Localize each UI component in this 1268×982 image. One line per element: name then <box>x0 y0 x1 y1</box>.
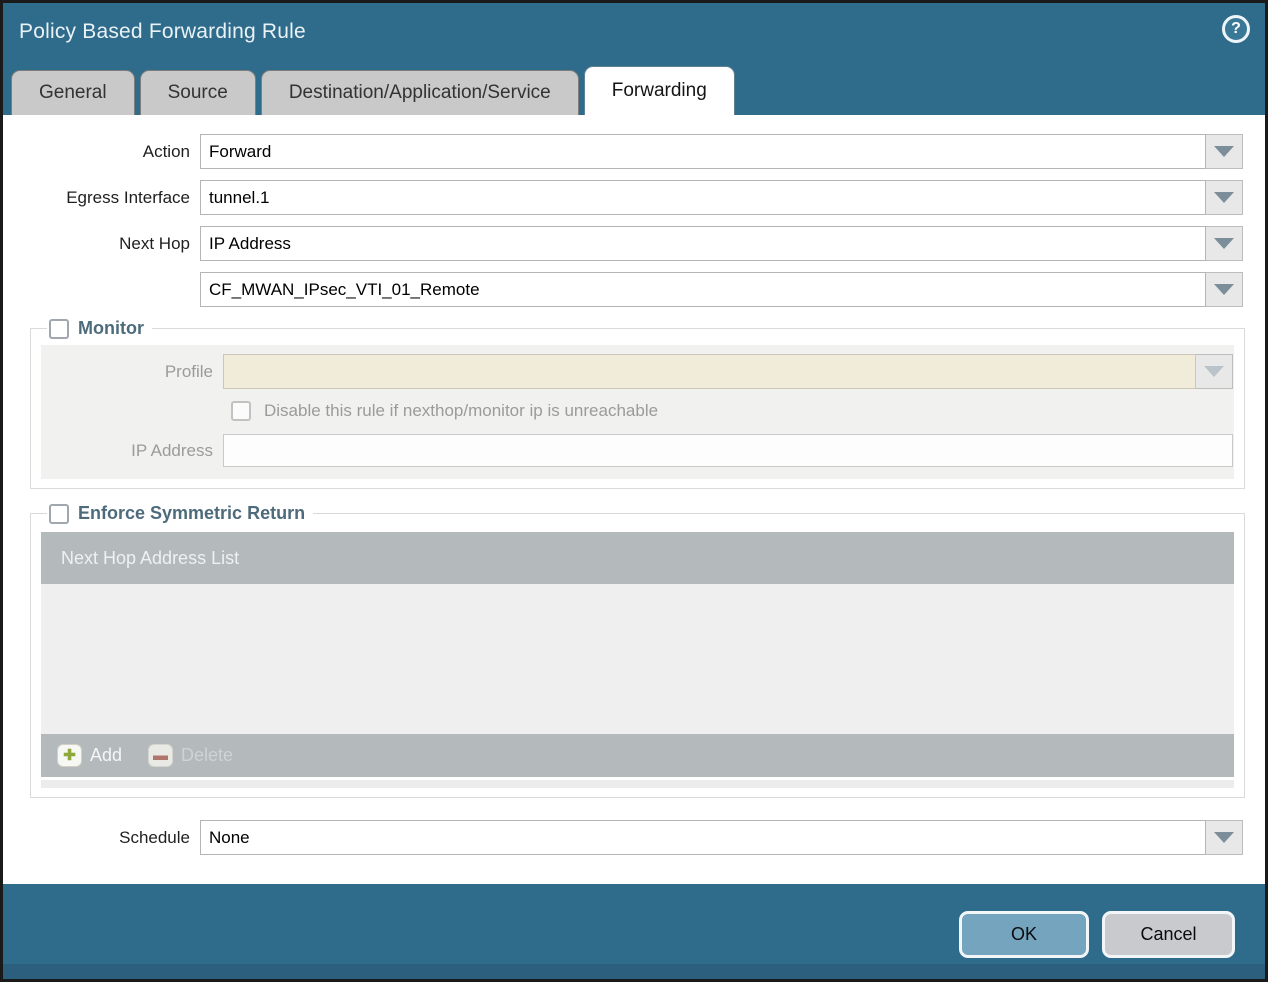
action-select[interactable]: Forward <box>200 134 1206 169</box>
monitor-ip-address-row: IP Address <box>41 434 1233 467</box>
egress-interface-dropdown-button[interactable] <box>1206 180 1243 215</box>
next-hop-row: Next Hop IP Address <box>3 226 1243 261</box>
help-glyph: ? <box>1231 20 1241 37</box>
monitor-ip-address-input <box>223 434 1233 467</box>
next-hop-address-row: CF_MWAN_IPsec_VTI_01_Remote <box>3 272 1243 307</box>
monitor-checkbox[interactable] <box>49 318 69 339</box>
tab-source[interactable]: Source <box>139 70 256 115</box>
ok-button[interactable]: OK <box>959 911 1089 958</box>
profile-dropdown-button <box>1196 354 1233 389</box>
help-icon[interactable]: ? <box>1222 15 1250 43</box>
tab-forwarding[interactable]: Forwarding <box>583 66 735 115</box>
delete-button-label: Delete <box>181 745 234 765</box>
schedule-select[interactable]: None <box>200 820 1206 855</box>
chevron-down-icon <box>1214 284 1234 295</box>
schedule-label: Schedule <box>119 827 190 847</box>
chevron-down-icon <box>1214 832 1234 843</box>
egress-interface-select[interactable]: tunnel.1 <box>200 180 1206 215</box>
chevron-down-icon <box>1204 366 1224 377</box>
tab-destination-application-service[interactable]: Destination/Application/Service <box>260 70 579 115</box>
forwarding-tab-panel: Action Forward Egress Interface tunnel.1… <box>3 115 1265 884</box>
monitor-ip-address-label: IP Address <box>131 440 213 460</box>
minus-icon: ▬ <box>148 744 174 767</box>
tab-bar: General Source Destination/Application/S… <box>3 66 1265 115</box>
egress-interface-row: Egress Interface tunnel.1 <box>3 180 1243 215</box>
plus-icon: ✚ <box>57 744 82 767</box>
profile-row: Profile <box>41 354 1233 389</box>
add-button[interactable]: ✚ Add <box>57 744 122 767</box>
dialog-footer: OK Cancel <box>3 884 1265 964</box>
chevron-down-icon <box>1214 146 1234 157</box>
dialog-title: Policy Based Forwarding Rule <box>19 20 306 43</box>
enforce-symmetric-return-checkbox[interactable] <box>49 503 69 524</box>
disable-rule-row: Disable this rule if nexthop/monitor ip … <box>231 401 1234 421</box>
table-horizontal-scrollbar[interactable] <box>41 780 1234 788</box>
disable-rule-label: Disable this rule if nexthop/monitor ip … <box>264 401 659 420</box>
disable-rule-checkbox <box>231 401 251 421</box>
action-dropdown-button[interactable] <box>1206 134 1243 169</box>
egress-interface-label: Egress Interface <box>66 187 190 207</box>
next-hop-address-list-body[interactable] <box>41 584 1234 734</box>
profile-select[interactable] <box>223 354 1196 389</box>
action-row: Action Forward <box>3 134 1243 169</box>
next-hop-address-list-header: Next Hop Address List <box>41 532 1234 584</box>
monitor-section: Monitor Profile Disable this rule if nex… <box>30 318 1245 489</box>
tab-general[interactable]: General <box>11 70 135 115</box>
add-button-label: Add <box>90 745 123 765</box>
enforce-symmetric-return-legend: Enforce Symmetric Return <box>47 503 313 524</box>
chevron-down-icon <box>1214 238 1234 249</box>
action-label: Action <box>142 141 190 161</box>
next-hop-address-dropdown-button[interactable] <box>1206 272 1243 307</box>
profile-label: Profile <box>164 361 213 381</box>
delete-button: ▬ Delete <box>148 744 233 767</box>
pbf-rule-dialog: Policy Based Forwarding Rule ? General S… <box>0 0 1268 982</box>
next-hop-address-list-table: Next Hop Address List ✚ Add ▬ Delete <box>41 532 1234 788</box>
next-hop-type-dropdown-button[interactable] <box>1206 226 1243 261</box>
bottom-strip <box>3 964 1265 979</box>
next-hop-address-list-footer: ✚ Add ▬ Delete <box>41 734 1234 777</box>
next-hop-type-select[interactable]: IP Address <box>200 226 1206 261</box>
next-hop-label: Next Hop <box>119 233 190 253</box>
next-hop-address-list-header-label: Next Hop Address List <box>61 547 240 568</box>
monitor-legend: Monitor <box>47 318 152 339</box>
enforce-symmetric-return-legend-label: Enforce Symmetric Return <box>78 503 306 523</box>
schedule-dropdown-button[interactable] <box>1206 820 1243 855</box>
monitor-panel: Profile Disable this rule if nexthop/mon… <box>41 345 1234 479</box>
chevron-down-icon <box>1214 192 1234 203</box>
enforce-symmetric-return-section: Enforce Symmetric Return Next Hop Addres… <box>30 503 1245 798</box>
next-hop-address-select[interactable]: CF_MWAN_IPsec_VTI_01_Remote <box>200 272 1206 307</box>
cancel-button[interactable]: Cancel <box>1102 911 1235 958</box>
schedule-row: Schedule None <box>3 820 1243 855</box>
monitor-legend-label: Monitor <box>78 318 144 338</box>
title-bar: Policy Based Forwarding Rule ? <box>3 3 1265 66</box>
